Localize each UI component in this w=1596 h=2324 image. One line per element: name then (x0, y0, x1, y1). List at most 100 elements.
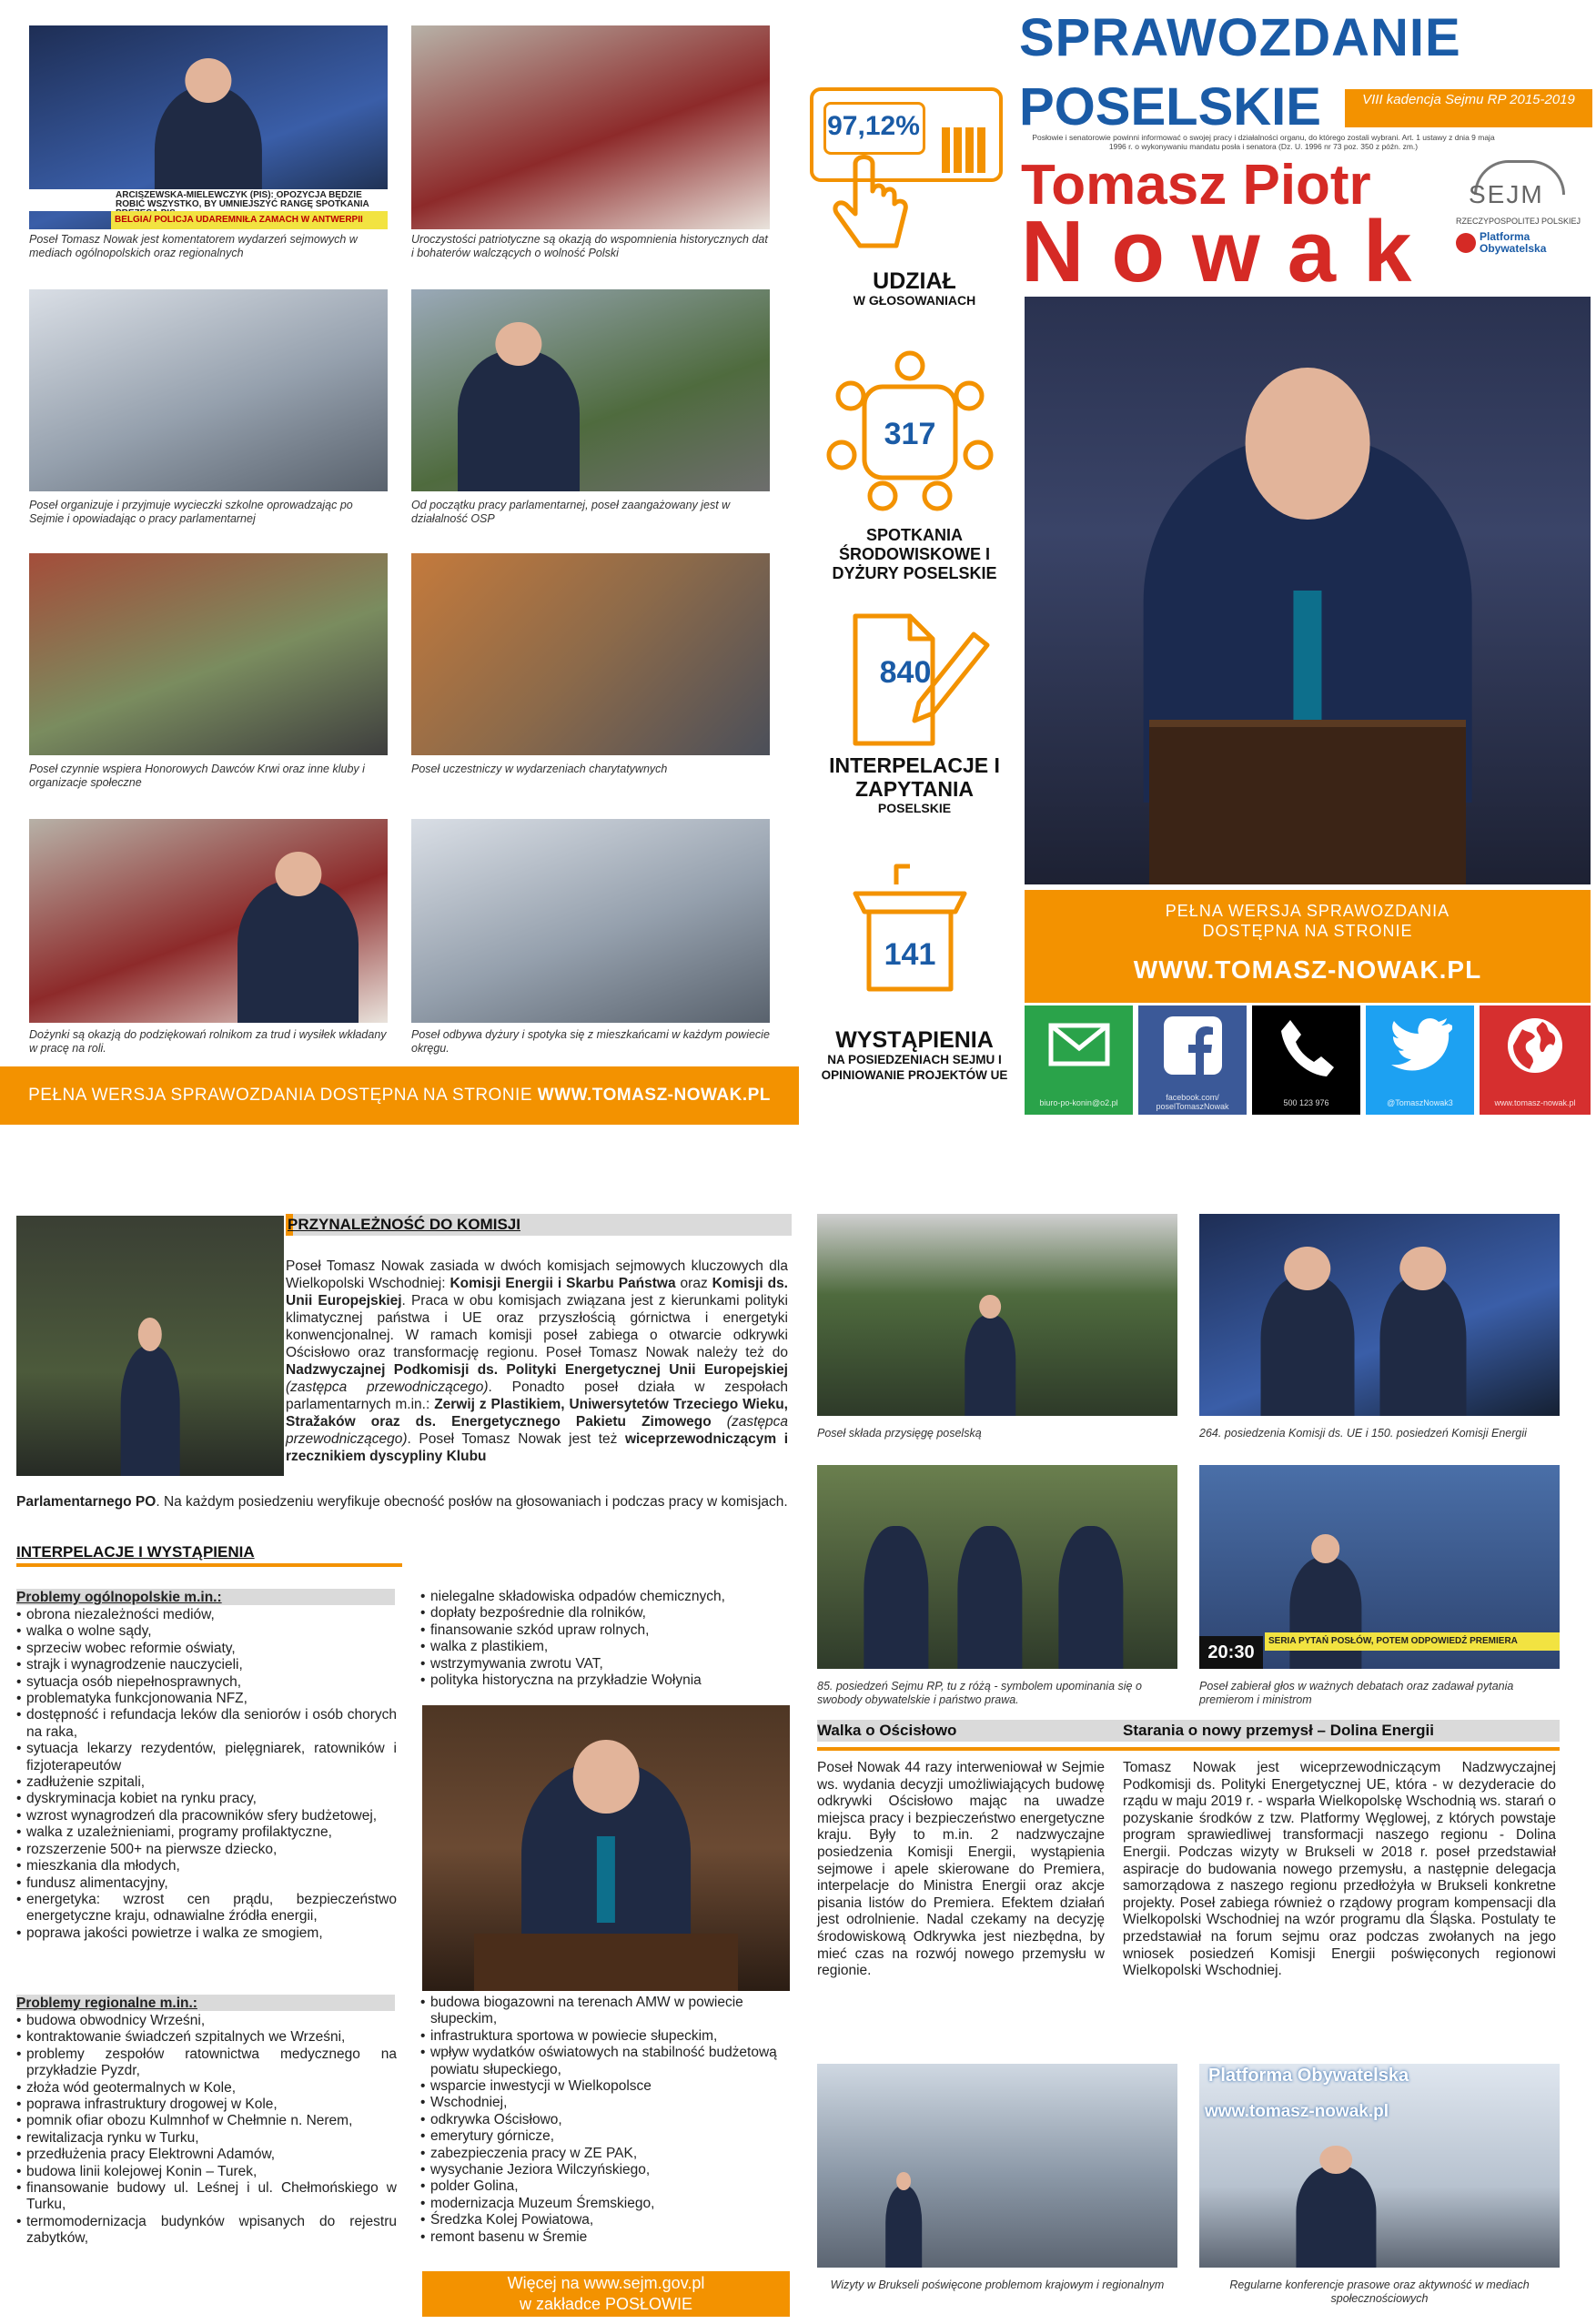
sejm-link[interactable]: Więcej na www.sejm.gov.pl (422, 2273, 790, 2294)
speeches-value: 141 (884, 937, 936, 972)
blood-donors-photo (29, 553, 388, 755)
rose-session-photo (817, 1465, 1177, 1669)
oscislowo-text: Poseł Nowak 44 razy interweniował w Sejm… (817, 1760, 1105, 1979)
list-item: wsparcie inwestycji w Wielkopolsce (420, 2078, 793, 2096)
tv-ticker: SERIA PYTAŃ POSŁÓW, POTEM ODPOWIEDŹ PREM… (1265, 1632, 1560, 1651)
email-tile[interactable]: biuro-po-konin@o2.pl (1025, 1005, 1133, 1115)
divider (16, 1563, 402, 1567)
list-item: infrastruktura sportowa w powiecie słupe… (420, 2028, 793, 2046)
photo-caption: Regularne konferencje prasowe oraz aktyw… (1229, 2279, 1530, 2305)
twitter-label: @TomaszNowak3 (1387, 1098, 1453, 1107)
list-item: zadłużenie szpitali, (16, 1774, 397, 1792)
list-item: kontraktowanie świadczeń szpitalnych we … (16, 2029, 397, 2046)
facebook-tile[interactable]: facebook.com/ poselTomaszNowak (1138, 1005, 1247, 1115)
sejm-link-box: Więcej na www.sejm.gov.pl w zakładce POS… (422, 2271, 790, 2317)
industry-title: Starania o nowy przemysł – Dolina Energi… (1123, 1722, 1434, 1739)
national-list-a: obrona niezależności mediów,walka o woln… (16, 1607, 397, 1943)
charity-event-photo (411, 553, 770, 755)
sejm-logo-sub: RZECZYPOSPOLITEJ POLSKIEJ (1456, 217, 1581, 226)
patriotic-ceremony-photo (411, 25, 770, 229)
facebook-label: facebook.com/ poselTomaszNowak (1156, 1093, 1229, 1111)
photo-caption: Od początku pracy parlamentarnej, poseł … (411, 499, 731, 525)
photo-caption: Poseł odbywa dyżury i spotyka się z mies… (411, 1028, 770, 1055)
speeches-subtitle: NA POSIEDZENIACH SEJMU I OPINIOWANIE PRO… (821, 1053, 1008, 1082)
photo-caption: Poseł składa przysięgę poselską (817, 1427, 982, 1440)
party-logo: Platforma Obywatelska (1480, 230, 1547, 255)
photo-caption: Poseł organizuje i przyjmuje wycieczki s… (29, 499, 353, 525)
photo-caption: Poseł zabierał głos w ważnych debatach o… (1199, 1680, 1514, 1706)
report-title: SPRAWOZDANIE (1019, 8, 1461, 67)
legal-note: Posłowie i senatorowie powinni informowa… (1032, 133, 1495, 151)
list-item: finansowanie szkód upraw rolnych, (420, 1622, 793, 1640)
list-item: zabezpieczenia pracy w ZE PAK, (420, 2146, 793, 2163)
constituent-meeting-photo (411, 819, 770, 1023)
keypad-icon (942, 127, 987, 173)
sejm-link-tab: w zakładce POSŁOWIE (519, 2295, 693, 2313)
list-item: rozszerzenie 500+ na pierwsze dziecko, (16, 1842, 397, 1859)
regional-list-a: budowa obwodnicy Wrześni,kontraktowanie … (16, 2013, 397, 2248)
twitter-tile[interactable]: @TomaszNowak3 (1366, 1005, 1474, 1115)
tv-time: 20:30 (1199, 1636, 1263, 1669)
mp-portrait-photo (1025, 297, 1591, 884)
speeches-title: WYSTĄPIENIA (835, 1027, 994, 1053)
mp-speech-photo (422, 1705, 790, 1991)
list-item: Wschodniej, (420, 2095, 793, 2112)
meetings-value: 317 (884, 417, 936, 451)
brussels-visit-photo (817, 2064, 1177, 2268)
photo-caption: Poseł uczestniczy w wydarzeniach charyta… (411, 763, 668, 775)
oath-photo (817, 1214, 1177, 1416)
list-item: budowa linii kolejowej Konin – Turek, (16, 2164, 397, 2181)
list-item: dopłaty bezpośrednie dla rolników, (420, 1605, 793, 1622)
divider (817, 1747, 1123, 1751)
divider (1121, 1747, 1560, 1751)
photo-caption: Uroczystości patriotyczne są okazją do w… (411, 233, 768, 259)
list-item: poprawa infrastruktury drogowej w Kole, (16, 2097, 397, 2114)
press-conference-photo: Platforma Obywatelska www.tomasz-nowak.p… (1199, 2064, 1560, 2268)
interpellations-title: INTERPELACJE I WYSTĄPIENIA (16, 1543, 255, 1561)
website-link[interactable]: WWW.TOMASZ-NOWAK.PL (1025, 955, 1591, 985)
tv-time: 21:00 (47, 193, 76, 206)
list-item: fundusz alimentacyjny, (16, 1875, 397, 1893)
harvest-festival-photo (29, 819, 388, 1023)
school-trip-photo (29, 289, 388, 491)
list-item: wstrzymywania zwrotu VAT, (420, 1656, 793, 1673)
list-item: walka z plastikiem, (420, 1639, 793, 1656)
list-item: wysychanie Jeziora Wilczyńskiego, (420, 2162, 793, 2179)
list-item: sytuacja osób niepełnosprawnych, (16, 1674, 397, 1692)
photo-caption: 264. posiedzenia Komisji ds. UE i 150. p… (1199, 1427, 1527, 1440)
facebook-icon (1163, 1016, 1222, 1075)
list-item: walka o wolne sądy, (16, 1623, 397, 1641)
list-item: polder Golina, (420, 2178, 793, 2196)
list-item: strajk i wynagrodzenie nauczycieli, (16, 1657, 397, 1674)
tv-commentary-photo: ARCISZEWSKA-MIELEWCZYK (PIS): OPOZYCJA B… (29, 25, 388, 229)
report-title-2: POSELSKIE (1019, 77, 1321, 136)
mp-name-last: Nowak (1021, 203, 1439, 300)
interpellations-value: 840 (879, 655, 932, 690)
photo-caption: Dożynki są okazją do podziękowań rolniko… (29, 1028, 387, 1055)
list-item: nielegalne składowiska odpadów chemiczny… (420, 1589, 793, 1606)
list-item: sytuacja lekarzy rezydentów, pielęgniare… (16, 1741, 397, 1774)
tv-ticker-2: BELGIA/ POLICJA UDAREMNIŁA ZAMACH W ANTW… (111, 211, 388, 229)
list-item: termomodernizacja budynków wpisanych do … (16, 2214, 397, 2248)
interpellations-subtitle: POSELSKIE (877, 801, 952, 815)
banner-url: www.tomasz-nowak.pl (1205, 2102, 1389, 2121)
phone-tile[interactable]: 500 123 976 (1252, 1005, 1360, 1115)
party-banner: Platforma Obywatelska (1208, 2066, 1409, 2086)
list-item: wzrost wynagrodzeń dla pracowników sfery… (16, 1808, 397, 1825)
website-tile[interactable]: www.tomasz-nowak.pl (1480, 1005, 1591, 1115)
committees-text-top: Poseł Tomasz Nowak zasiada w dwóch komis… (286, 1258, 788, 1464)
regional-list-b: budowa biogazowni na terenach AMW w powi… (420, 1995, 793, 2247)
full-report-box: PEŁNA WERSJA SPRAWOZDANIA DOSTĘPNA NA ST… (1025, 890, 1591, 1003)
sejm-logo-text: SEJM (1469, 180, 1544, 208)
pointing-hand-icon (833, 155, 908, 248)
list-item: dostępność i refundacja leków dla senior… (16, 1707, 397, 1741)
website-banner-url[interactable]: WWW.TOMASZ-NOWAK.PL (538, 1086, 771, 1105)
industry-text: Tomasz Nowak jest wiceprzewodniczącym Na… (1123, 1760, 1556, 1979)
attendance-subtitle: W GŁOSOWANIACH (853, 293, 976, 308)
tv-debate-photo: 20:30 SERIA PYTAŃ POSŁÓW, POTEM ODPOWIED… (1199, 1465, 1560, 1669)
list-item: remont basenu w Śremie (420, 2229, 793, 2247)
photo-caption: 85. posiedzeń Sejmu RP, tu z różą - symb… (817, 1680, 1142, 1706)
attendance-value: 97,12% (827, 111, 920, 141)
website-label: www.tomasz-nowak.pl (1494, 1098, 1576, 1107)
photo-caption: Wizyty w Brukseli poświęcone problemom k… (830, 2279, 1165, 2291)
